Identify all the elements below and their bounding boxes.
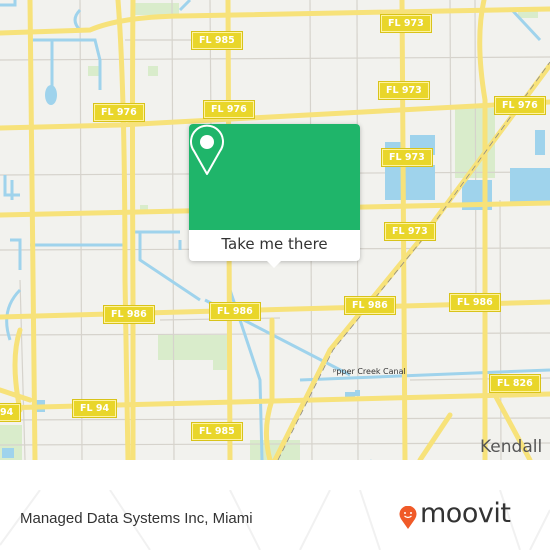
- road-shield-fl-986: FL 986: [344, 296, 396, 315]
- road-shield-fl-826: FL 826: [489, 374, 541, 393]
- city-label-kendall: Kendall: [480, 437, 543, 457]
- road-shield-fl-985: FL 985: [191, 31, 243, 50]
- footer-bar: Managed Data Systems Inc, Miami moovit: [0, 490, 550, 550]
- moovit-pin-icon: [399, 506, 417, 529]
- road-shield-fl-94: FL 94: [71, 399, 118, 418]
- road-shield-fl-986: FL 986: [449, 293, 501, 312]
- road-shield-fl-973: FL 973: [384, 222, 436, 241]
- popup-header: [189, 124, 360, 230]
- canal-label: ᵖpper Creek Canal: [333, 367, 406, 376]
- road-shield-fl-976: FL 976: [494, 96, 546, 115]
- road-shield-fl-973: FL 973: [380, 14, 432, 33]
- take-me-there-popup[interactable]: Take me there: [189, 124, 360, 268]
- road-shield-fl-973: FL 973: [378, 81, 430, 100]
- place-name: Managed Data Systems Inc, Miami: [20, 510, 253, 527]
- road-shield-fl-986: FL 986: [103, 305, 155, 324]
- road-shield-fl-973: FL 973: [381, 148, 433, 167]
- take-me-there-button[interactable]: Take me there: [189, 230, 360, 261]
- road-shield-fl-986: FL 986: [209, 302, 261, 321]
- moovit-wordmark: moovit: [420, 498, 511, 529]
- road-shield-fl-94-partial: 94: [0, 403, 22, 422]
- popup-pointer: [266, 260, 282, 268]
- road-shield-fl-976: FL 976: [93, 103, 145, 122]
- map-view[interactable]: FL 985 FL 973 FL 973 FL 976 FL 976 FL 97…: [0, 0, 550, 460]
- map-pin-icon: [190, 124, 224, 175]
- road-shield-fl-985: FL 985: [191, 422, 243, 441]
- road-shield-fl-976: FL 976: [203, 100, 255, 119]
